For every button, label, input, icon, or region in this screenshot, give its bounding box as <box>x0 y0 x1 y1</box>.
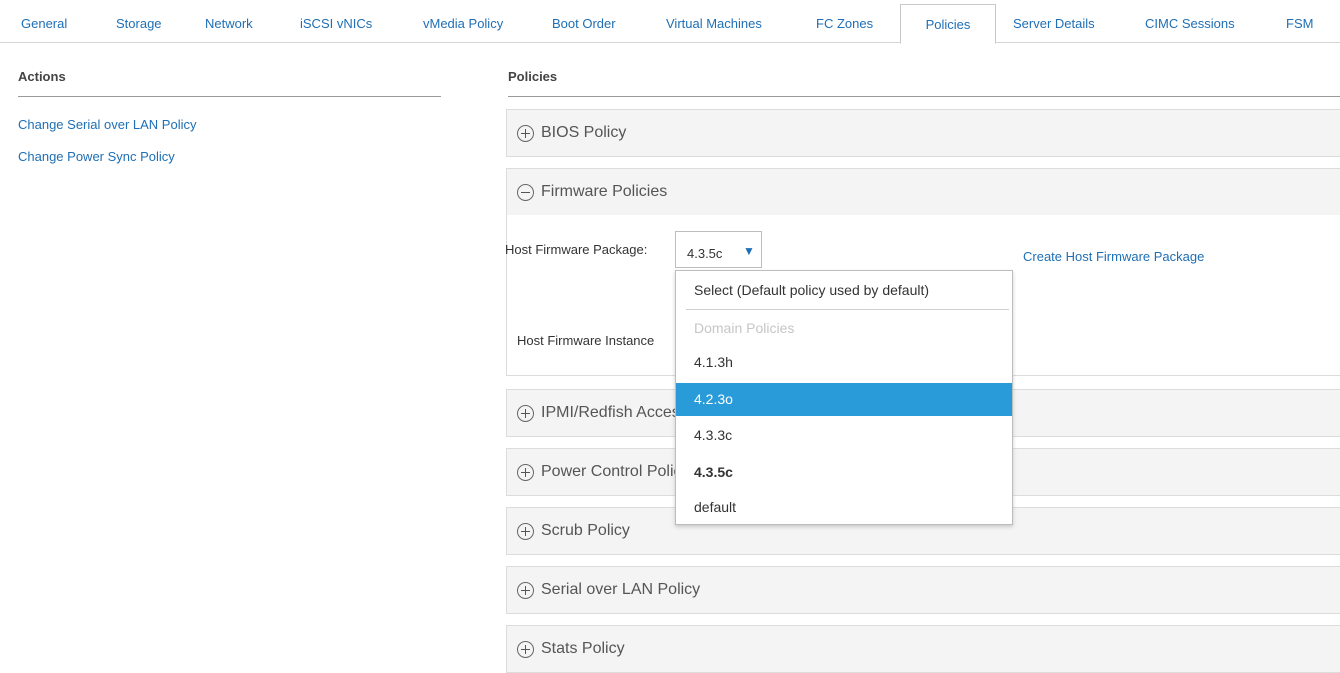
actions-heading: Actions <box>18 62 441 97</box>
dropdown-option-4-3-3c[interactable]: 4.3.3c <box>676 420 1012 450</box>
plus-circle-icon <box>517 581 534 599</box>
dropdown-option-4-3-5c[interactable]: 4.3.5c <box>676 457 1012 487</box>
bios-policy-panel: BIOS Policy <box>506 109 1340 157</box>
dropdown-option-default[interactable]: default <box>676 492 1012 522</box>
tab-policies[interactable]: Policies <box>900 4 996 44</box>
dropdown-option-4-2-3o[interactable]: 4.2.3o <box>676 383 1012 416</box>
selected-value: 4.3.5c <box>687 246 723 261</box>
triangle-down-icon: ▼ <box>743 244 755 258</box>
host-firmware-package-dropdown: Select (Default policy used by default) … <box>675 270 1013 525</box>
panel-title: Serial over LAN Policy <box>541 581 701 598</box>
policies-heading: Policies <box>508 62 1340 97</box>
tab-vmedia-policy[interactable]: vMedia Policy <box>423 0 503 43</box>
tab-bar: General Storage Network iSCSI vNICs vMed… <box>0 0 1340 44</box>
plus-circle-icon <box>517 124 534 142</box>
panel-title: Stats Policy <box>541 640 625 657</box>
firmware-policies-header[interactable]: Firmware Policies <box>507 169 1340 215</box>
plus-circle-icon <box>517 522 534 540</box>
create-host-firmware-package-link[interactable]: Create Host Firmware Package <box>1023 249 1204 264</box>
tab-cimc-sessions[interactable]: CIMC Sessions <box>1145 0 1235 43</box>
serial-over-lan-panel: Serial over LAN Policy <box>506 566 1340 614</box>
tab-storage[interactable]: Storage <box>116 0 162 43</box>
tab-fsm[interactable]: FSM <box>1286 0 1313 43</box>
tab-iscsi-vnics[interactable]: iSCSI vNICs <box>300 0 372 43</box>
minus-circle-icon <box>517 183 534 201</box>
panel-title: BIOS Policy <box>541 124 627 141</box>
dropdown-group-domain-policies: Domain Policies <box>694 320 795 336</box>
plus-circle-icon <box>517 463 534 481</box>
bios-policy-header[interactable]: BIOS Policy <box>507 110 1340 156</box>
dropdown-option-default-select[interactable]: Select (Default policy used by default) <box>676 275 1012 305</box>
panel-title: Firmware Policies <box>541 183 668 200</box>
host-firmware-package-label: Host Firmware Package: <box>505 242 648 257</box>
tab-server-details[interactable]: Server Details <box>1013 0 1095 43</box>
serial-over-lan-header[interactable]: Serial over LAN Policy <box>507 567 1340 613</box>
host-firmware-package-select[interactable]: 4.3.5c ▼ <box>675 231 762 268</box>
stats-policy-header[interactable]: Stats Policy <box>507 626 1340 672</box>
tab-boot-order[interactable]: Boot Order <box>552 0 616 43</box>
change-serial-over-lan-policy-link[interactable]: Change Serial over LAN Policy <box>18 117 196 132</box>
panel-title: Power Control Policy <box>541 463 690 480</box>
dropdown-divider <box>686 309 1009 310</box>
host-firmware-instance-label: Host Firmware Instance <box>517 333 655 348</box>
stats-policy-panel: Stats Policy <box>506 625 1340 673</box>
dropdown-option-4-1-3h[interactable]: 4.1.3h <box>676 347 1012 377</box>
plus-circle-icon <box>517 640 534 658</box>
tab-general[interactable]: General <box>21 0 67 43</box>
tab-virtual-machines[interactable]: Virtual Machines <box>666 0 762 43</box>
tab-fc-zones[interactable]: FC Zones <box>816 0 873 43</box>
plus-circle-icon <box>517 404 534 422</box>
tab-network[interactable]: Network <box>205 0 253 43</box>
panel-title: Scrub Policy <box>541 522 630 539</box>
change-power-sync-policy-link[interactable]: Change Power Sync Policy <box>18 149 175 164</box>
